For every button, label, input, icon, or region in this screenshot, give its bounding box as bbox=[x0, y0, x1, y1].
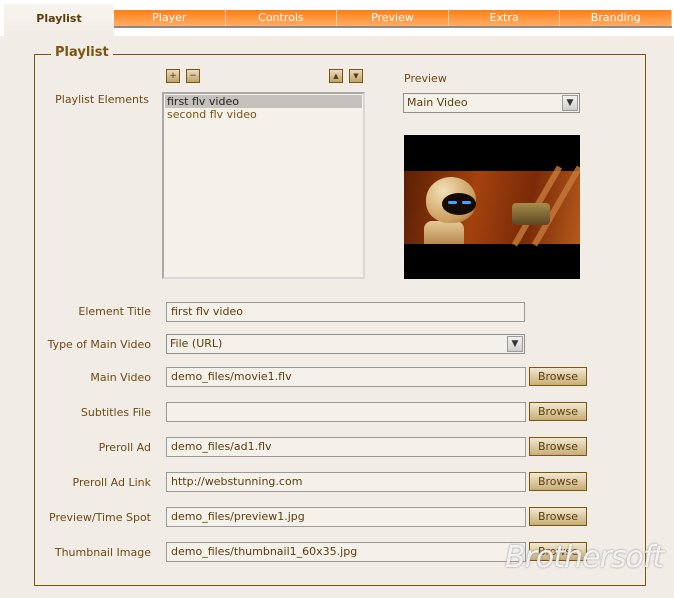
chevron-down-icon[interactable]: ▼ bbox=[507, 336, 523, 352]
list-item[interactable]: second flv video bbox=[165, 108, 362, 121]
playlist-listbox[interactable]: first flv video second flv video bbox=[162, 92, 365, 279]
main-video-browse-button[interactable]: Browse bbox=[529, 367, 587, 386]
type-main-video-label: Type of Main Video bbox=[47, 338, 151, 351]
robot-body-shape bbox=[424, 221, 464, 244]
arrow-up-icon: ▲ bbox=[333, 72, 339, 80]
arrow-down-icon: ▼ bbox=[353, 72, 359, 80]
subtitles-file-browse-button[interactable]: Browse bbox=[529, 402, 587, 421]
preroll-ad-link-browse-button[interactable]: Browse bbox=[529, 472, 587, 491]
fieldset-legend: Playlist bbox=[51, 45, 113, 60]
tab-branding[interactable]: Branding bbox=[560, 10, 672, 26]
type-main-video-select[interactable]: File (URL) ▼ bbox=[166, 334, 525, 354]
type-main-video-value: File (URL) bbox=[170, 337, 223, 350]
tab-strip: Player Controls Preview Extra Branding bbox=[114, 10, 672, 28]
add-element-button[interactable]: + bbox=[166, 69, 180, 83]
subtitles-file-input[interactable] bbox=[166, 402, 526, 422]
robot-eye-shape bbox=[448, 201, 457, 204]
preview-time-spot-input[interactable]: demo_files/preview1.jpg bbox=[166, 507, 526, 527]
move-down-button[interactable]: ▼ bbox=[349, 69, 363, 83]
preview-time-spot-label: Preview/Time Spot bbox=[49, 511, 151, 524]
preview-select[interactable]: Main Video ▼ bbox=[403, 93, 580, 113]
main-video-label: Main Video bbox=[90, 371, 151, 384]
robot-eye-shape bbox=[462, 201, 471, 204]
element-title-input[interactable]: first flv video bbox=[166, 302, 525, 322]
tab-preview[interactable]: Preview bbox=[337, 10, 449, 26]
tab-player[interactable]: Player bbox=[114, 10, 226, 26]
subtitles-file-label: Subtitles File bbox=[80, 406, 151, 419]
preroll-ad-browse-button[interactable]: Browse bbox=[529, 437, 587, 456]
tab-playlist[interactable]: Playlist bbox=[4, 4, 114, 36]
robot-hand-shape bbox=[512, 203, 550, 225]
video-scene bbox=[404, 165, 580, 247]
preview-select-value: Main Video bbox=[407, 96, 468, 109]
remove-element-button[interactable]: − bbox=[186, 69, 200, 83]
tab-controls[interactable]: Controls bbox=[226, 10, 338, 26]
tab-extra[interactable]: Extra bbox=[449, 10, 561, 26]
preview-label: Preview bbox=[404, 72, 447, 85]
chevron-down-icon[interactable]: ▼ bbox=[562, 95, 578, 111]
plus-icon: + bbox=[169, 71, 177, 81]
preroll-ad-input[interactable]: demo_files/ad1.flv bbox=[166, 437, 526, 457]
thumbnail-image-input[interactable]: demo_files/thumbnail1_60x35.jpg bbox=[166, 542, 526, 562]
element-title-label: Element Title bbox=[78, 305, 151, 318]
preroll-ad-label: Preroll Ad bbox=[98, 441, 151, 454]
preroll-ad-link-input[interactable]: http://webstunning.com bbox=[166, 472, 526, 492]
main-video-input[interactable]: demo_files/movie1.flv bbox=[166, 367, 526, 387]
list-item[interactable]: first flv video bbox=[165, 95, 362, 108]
move-up-button[interactable]: ▲ bbox=[329, 69, 343, 83]
preview-time-spot-browse-button[interactable]: Browse bbox=[529, 507, 587, 526]
robot-face-shape bbox=[442, 193, 476, 215]
playlist-elements-label: Playlist Elements bbox=[55, 93, 149, 106]
preview-video-image bbox=[404, 135, 580, 279]
preroll-ad-link-label: Preroll Ad Link bbox=[72, 476, 151, 489]
brothersoft-watermark: Brothersoft bbox=[505, 540, 664, 575]
thumbnail-image-label: Thumbnail Image bbox=[54, 546, 151, 559]
minus-icon: − bbox=[189, 71, 197, 81]
